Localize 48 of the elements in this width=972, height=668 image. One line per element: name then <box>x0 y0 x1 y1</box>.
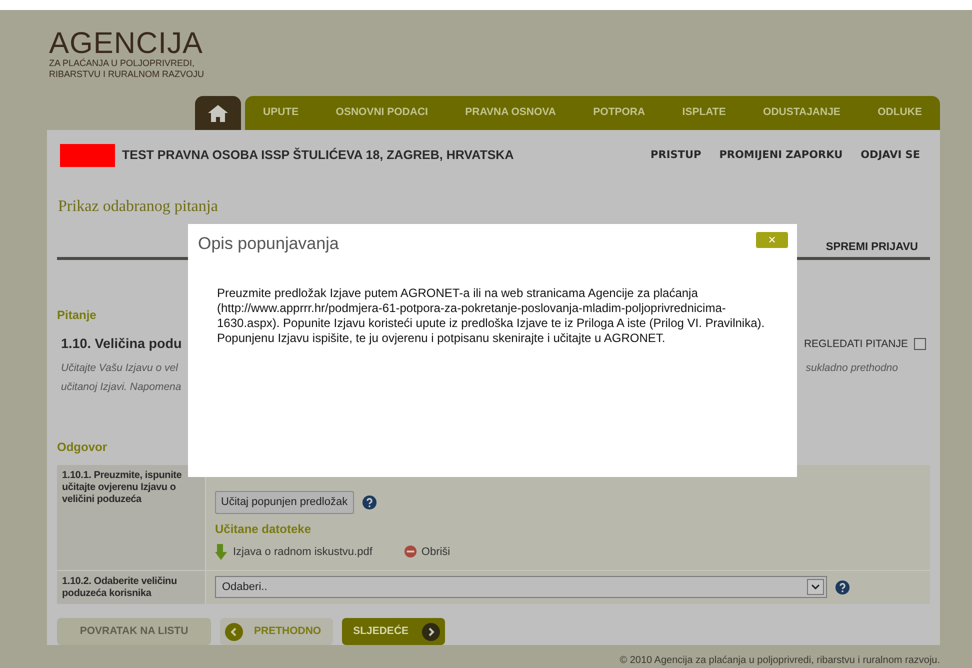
page-title: Prikaz odabranog pitanja <box>57 196 218 217</box>
previous-button[interactable]: PRETHODNO <box>220 618 334 645</box>
header-link[interactable]: PROMIJENI ZAPORKU <box>719 148 843 164</box>
delete-icon[interactable] <box>404 545 418 558</box>
logo-subtitle: ZA PLAĆANJA U POLJOPRIVREDI, <box>49 58 196 69</box>
header-link[interactable]: ODJAVI SE <box>860 148 920 164</box>
user-name: TEST PRAVNA OSOBA ISSP ŠTULIĆEVA 18, ZAGREB, HRVATSKA <box>122 146 515 164</box>
upload-button[interactable]: Učitaj popunjen predložak <box>215 490 354 514</box>
question-title: 1.10. Veličina podu <box>61 335 182 354</box>
nav-link[interactable]: OSNOVNI PODACI <box>336 105 428 121</box>
delete-link[interactable]: Obriši <box>421 544 450 560</box>
home-tab[interactable] <box>195 96 241 130</box>
file-link[interactable]: Izjava o radnom iskustvu.pdf <box>233 544 372 560</box>
review-checkbox[interactable] <box>914 338 926 350</box>
question-description: sukladno prethodno <box>806 360 898 376</box>
save-link[interactable]: SPREMI PRIJAVU <box>826 238 918 256</box>
back-button[interactable]: POVRATAK NA LISTU <box>57 618 211 645</box>
help-icon[interactable] <box>835 580 850 594</box>
question-description: učitanoj Izjavi. Napomena <box>61 380 182 394</box>
footer-text: © 2010 Agencija za plaćanja u poljoprivredi, ribarstvu i ruralnom razvoju. <box>620 654 940 668</box>
section-heading: Odgovor <box>57 438 107 456</box>
home-icon <box>208 104 228 122</box>
nav-link[interactable]: UPUTE <box>263 105 299 121</box>
nav-link[interactable]: PRAVNA OSNOVA <box>465 105 556 121</box>
chevron-left-icon <box>225 622 243 640</box>
dropdown-caret-icon[interactable] <box>807 579 824 595</box>
files-heading: Učitane datoteke <box>215 520 312 538</box>
help-icon[interactable] <box>362 494 377 510</box>
logo-subtitle: RIBARSTVU I RURALNOM RAZVOJU <box>49 69 206 80</box>
section-heading: Pitanje <box>57 307 96 324</box>
next-button[interactable]: SLJEDEĆE <box>342 618 445 645</box>
nav-link[interactable]: ODUSTAJANJE <box>763 105 840 121</box>
nav-link[interactable]: ODLUKE <box>878 105 922 121</box>
download-arrow-icon <box>215 544 229 560</box>
review-label: REGLEDATI PITANJE <box>804 336 908 352</box>
nav-link[interactable]: ISPLATE <box>682 105 726 121</box>
header-link[interactable]: PRISTUP <box>650 148 702 164</box>
question-label-cell: 1.10.2. Odaberite veličinu poduzeća korisnika <box>57 571 206 604</box>
dialog-title: Opis popunjavanja <box>198 233 339 255</box>
redacted-block <box>60 144 115 167</box>
question-label-cell: 1.10.1. Preuzmite, ispunite učitajte ovjerenu Izjavu o veličini poduzeća <box>57 464 206 570</box>
nav-link[interactable]: POTPORA <box>593 105 646 121</box>
dialog-text: Preuzmite predložak Izjave putem AGRONET-a ili na web stranicama Agencije za plaćanja (http://www.apprrr.hr/podmjera-61-potpora-za-pokretanje-poslovanja-mladim-poljoprivrednicima-1630.aspx). Popunite Izjavu koristeći upute iz predloška Izjave te iz Priloga A iste (Prilog VI. Pravilnika). Popunjenu Izjavu ispišite, te ju ovjerenu i potpisanu skenirajte i učitajte u AGRONET. <box>216 286 766 346</box>
logo-title: AGENCIJA <box>49 30 204 58</box>
question-description: Učitajte Vašu Izjavu o vel <box>61 360 180 376</box>
size-select[interactable]: Odaberi.. <box>215 576 827 598</box>
close-button[interactable]: × <box>756 232 788 248</box>
chevron-right-icon <box>422 622 440 640</box>
